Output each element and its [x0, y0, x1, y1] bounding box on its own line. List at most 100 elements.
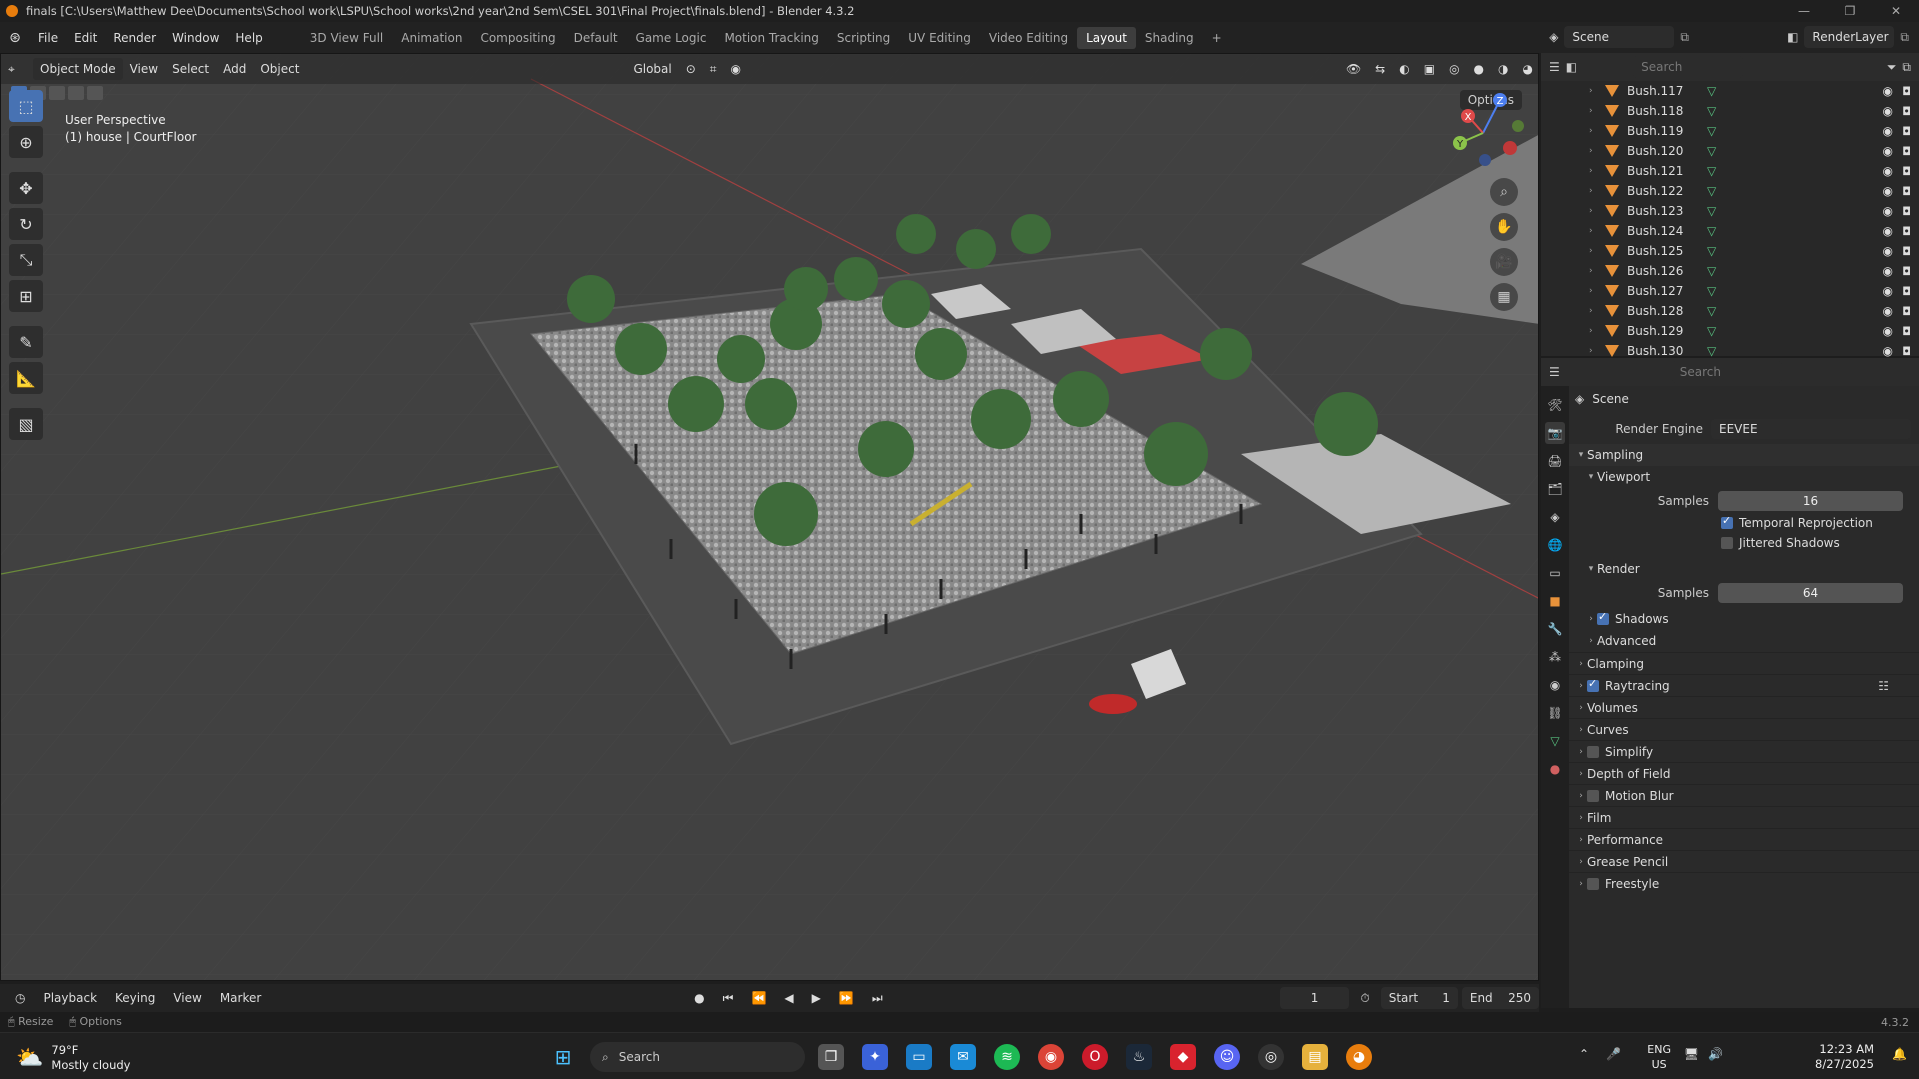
shadows-checkbox[interactable]: [1597, 610, 1609, 625]
play-reverse-icon[interactable]: ◀: [777, 987, 800, 1009]
proportional-edit-icon[interactable]: ◉: [724, 58, 748, 80]
data-tab-icon[interactable]: ▽: [1545, 730, 1565, 752]
weather-widget[interactable]: ⛅ 79°F Mostly cloudy: [16, 1043, 130, 1073]
shading-solid-icon[interactable]: ●: [1467, 58, 1491, 80]
shading-material-icon[interactable]: ◑: [1491, 58, 1515, 80]
outliner-row[interactable]: › Bush.120 ▽ ◉ ◘: [1541, 141, 1919, 161]
camera-icon[interactable]: ◘: [1902, 265, 1911, 278]
move-tool-icon[interactable]: ✥: [9, 172, 43, 204]
visibility-icon[interactable]: 👁: [1339, 58, 1368, 80]
snap-icon[interactable]: ⌗: [703, 58, 724, 80]
volume-icon[interactable]: 🔊: [1708, 1047, 1723, 1061]
add-cube-tool-icon[interactable]: ▧: [9, 408, 43, 440]
outliner-row[interactable]: › Bush.117 ▽ ◉ ◘: [1541, 81, 1919, 101]
outliner-row[interactable]: › Bush.118 ▽ ◉ ◘: [1541, 101, 1919, 121]
tab-default[interactable]: Default: [565, 27, 627, 49]
eye-icon[interactable]: ◉: [1883, 124, 1893, 138]
camera-icon[interactable]: ◘: [1902, 225, 1911, 238]
shading-rendered-icon[interactable]: ◕: [1516, 58, 1538, 80]
depth-of-field-panel-header[interactable]: › Depth of Field: [1569, 762, 1919, 784]
add-workspace-button[interactable]: +: [1203, 27, 1231, 49]
jittered-shadows-row[interactable]: Jittered Shadows: [1569, 532, 1919, 554]
display-mode-icon[interactable]: ◧: [1566, 60, 1577, 74]
viewport-menu-add[interactable]: Add: [216, 58, 253, 80]
spotify-icon[interactable]: ≋: [994, 1044, 1020, 1070]
modifier-tab-icon[interactable]: 🔧: [1545, 618, 1565, 640]
measure-tool-icon[interactable]: 📐: [9, 362, 43, 394]
steam-icon[interactable]: ♨: [1126, 1044, 1152, 1070]
taskbar-search-box[interactable]: ⌕ Search: [590, 1042, 805, 1072]
expand-arrow-icon[interactable]: ›: [1589, 286, 1601, 296]
outliner-row[interactable]: › Bush.121 ▽ ◉ ◘: [1541, 161, 1919, 181]
eye-icon[interactable]: ◉: [1883, 144, 1893, 158]
eye-icon[interactable]: ◉: [1883, 324, 1893, 338]
camera-icon[interactable]: ◘: [1902, 345, 1911, 358]
viewport-subpanel-header[interactable]: ▾ Viewport: [1569, 466, 1919, 488]
expand-arrow-icon[interactable]: ›: [1589, 146, 1601, 156]
camera-icon[interactable]: ◘: [1902, 145, 1911, 158]
viewport-menu-object[interactable]: Object: [253, 58, 306, 80]
transform-tool-icon[interactable]: ⊞: [9, 280, 43, 312]
freestyle-checkbox[interactable]: [1587, 877, 1599, 890]
eye-icon[interactable]: ◉: [1883, 224, 1893, 238]
film-panel-header[interactable]: › Film: [1569, 806, 1919, 828]
expand-arrow-icon[interactable]: ›: [1589, 246, 1601, 256]
camera-icon[interactable]: ◘: [1902, 305, 1911, 318]
camera-view-icon[interactable]: 🎥: [1490, 248, 1518, 276]
outliner-row[interactable]: › Bush.129 ▽ ◉ ◘: [1541, 321, 1919, 341]
timeline-editor-icon[interactable]: ◷: [8, 987, 32, 1009]
timeline-menu-view[interactable]: View: [166, 987, 208, 1009]
mesh-data-icon[interactable]: ▽: [1707, 204, 1716, 218]
eye-icon[interactable]: ◉: [1883, 84, 1893, 98]
mesh-data-icon[interactable]: ▽: [1707, 224, 1716, 238]
mesh-data-icon[interactable]: ▽: [1707, 304, 1716, 318]
microphone-icon[interactable]: 🎤: [1606, 1047, 1621, 1061]
menu-window[interactable]: Window: [164, 27, 227, 49]
expand-arrow-icon[interactable]: ›: [1589, 106, 1601, 116]
sampling-panel-header[interactable]: ▾ Sampling: [1569, 444, 1919, 466]
notifications-icon[interactable]: 🔔: [1892, 1047, 1907, 1061]
expand-arrow-icon[interactable]: ›: [1589, 346, 1601, 356]
blender-menu-icon[interactable]: ⊛: [0, 30, 30, 46]
mesh-data-icon[interactable]: ▽: [1707, 164, 1716, 178]
shadows-panel-header[interactable]: › Shadows: [1569, 608, 1919, 630]
grease-pencil-panel-header[interactable]: › Grease Pencil: [1569, 850, 1919, 872]
menu-render[interactable]: Render: [105, 27, 164, 49]
tab-uv-editing[interactable]: UV Editing: [899, 27, 980, 49]
tab-motion-tracking[interactable]: Motion Tracking: [715, 27, 827, 49]
new-layer-icon[interactable]: ⧉: [1900, 30, 1909, 45]
mail-app-icon[interactable]: ✉: [950, 1044, 976, 1070]
preview-range-icon[interactable]: ⏱: [1353, 987, 1376, 1009]
game-launcher-icon[interactable]: ◆: [1170, 1044, 1196, 1070]
play-icon[interactable]: ▶: [805, 987, 828, 1009]
expand-arrow-icon[interactable]: ›: [1589, 266, 1601, 276]
editor-type-icon[interactable]: ⌖: [1, 58, 33, 80]
blender-taskbar-icon[interactable]: ◕: [1346, 1044, 1372, 1070]
curves-panel-header[interactable]: › Curves: [1569, 718, 1919, 740]
select-intersect-icon[interactable]: [87, 86, 103, 100]
mesh-data-icon[interactable]: ▽: [1707, 144, 1716, 158]
mesh-data-icon[interactable]: ▽: [1707, 84, 1716, 98]
simplify-checkbox[interactable]: [1587, 745, 1599, 758]
object-mode-dropdown[interactable]: Object Mode: [33, 58, 123, 80]
motion-blur-panel-header[interactable]: › Motion Blur: [1569, 784, 1919, 806]
material-tab-icon[interactable]: ●: [1545, 758, 1565, 780]
expand-arrow-icon[interactable]: ›: [1589, 326, 1601, 336]
jump-keyframe-back-icon[interactable]: ⏪: [744, 987, 773, 1009]
eye-icon[interactable]: ◉: [1883, 284, 1893, 298]
task-view-icon[interactable]: ❐: [818, 1044, 844, 1070]
mesh-data-icon[interactable]: ▽: [1707, 184, 1716, 198]
eye-icon[interactable]: ◉: [1883, 104, 1893, 118]
game-app-icon[interactable]: ◎: [1258, 1044, 1284, 1070]
expand-arrow-icon[interactable]: ›: [1589, 306, 1601, 316]
pan-hand-icon[interactable]: ✋: [1490, 213, 1518, 241]
volumes-panel-header[interactable]: › Volumes: [1569, 696, 1919, 718]
view-layer-tab-icon[interactable]: 🗂: [1545, 478, 1565, 500]
object-tab-icon[interactable]: ■: [1545, 590, 1565, 612]
jump-keyframe-forward-icon[interactable]: ⏩: [832, 987, 861, 1009]
windows-start-icon[interactable]: ⊞: [550, 1044, 576, 1070]
mesh-data-icon[interactable]: ▽: [1707, 284, 1716, 298]
tab-shading[interactable]: Shading: [1136, 27, 1203, 49]
camera-icon[interactable]: ◘: [1902, 185, 1911, 198]
render-samples-field[interactable]: 64: [1718, 583, 1903, 603]
